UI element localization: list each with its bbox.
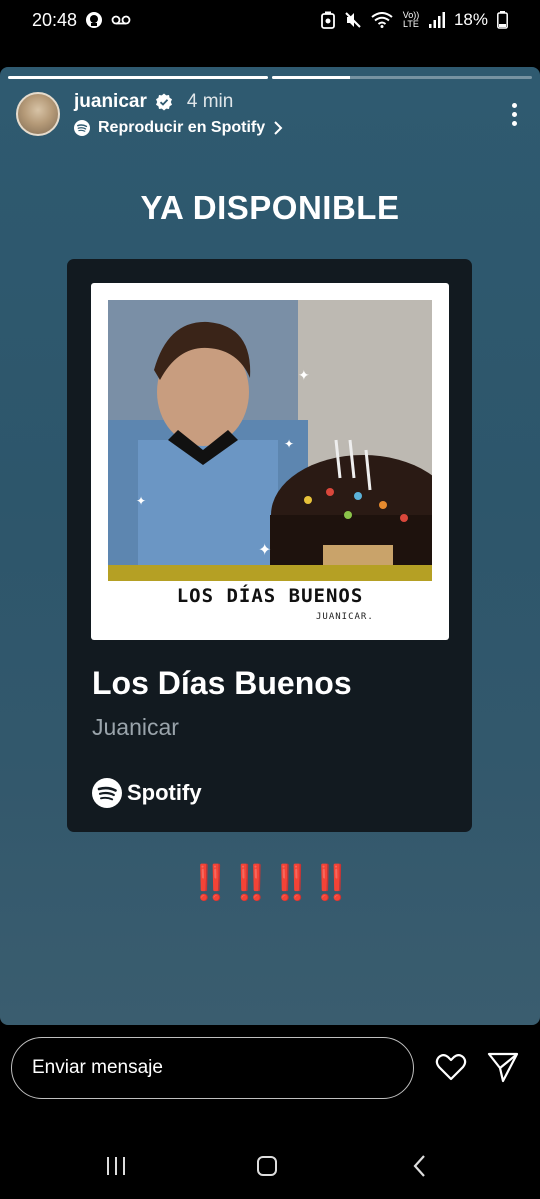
progress-fill [8,76,268,79]
progress-fill [272,76,350,79]
avatar[interactable] [16,92,60,136]
mute-icon [344,11,362,29]
status-time: 20:48 [32,9,78,30]
track-artist: Juanicar [92,714,179,740]
battery-icon [497,11,508,29]
album-cover: ✦ ✦ ✦ ✦ LOS DÍAS BUENOS JUANICAR. [91,283,449,640]
cover-photo: ✦ ✦ ✦ ✦ [108,300,432,581]
track-title: Los Días Buenos [92,665,352,701]
battery-percent: 18% [453,10,488,29]
spotify-link-label: Reproducir en Spotify [98,119,266,136]
wifi-icon [371,12,393,28]
home-icon[interactable] [247,1146,287,1186]
story-time: 4 min [186,91,234,112]
cover-caption: LOS DÍAS BUENOS [176,585,364,607]
spotify-link[interactable]: Reproducir en Spotify [74,119,283,137]
voicemail-icon [111,14,131,26]
more-vertical-icon[interactable] [504,102,524,126]
recents-icon[interactable] [96,1146,136,1186]
system-nav-bar [0,1146,540,1186]
emphasis-emoji: ‼️‼️‼️‼️ [189,864,352,902]
back-icon[interactable] [400,1146,440,1186]
message-input[interactable]: Enviar mensaje [11,1037,414,1099]
progress-segment [272,76,532,79]
progress-segment [8,76,268,79]
network-label: Vo)) LTE [402,10,420,29]
story-author: juanicar 4 min Reproducir en Spotify [74,91,283,137]
status-bar: 20:48 Vo)) LTE 18% [0,0,540,40]
spotify-icon [74,120,90,136]
username[interactable]: juanicar [74,91,147,113]
battery-saver-icon [321,11,335,29]
svg-text:✦: ✦ [258,542,271,559]
cover-artist: JUANICAR. [316,612,374,622]
heart-icon[interactable] [434,1050,468,1084]
message-placeholder: Enviar mensaje [32,1057,163,1078]
send-icon[interactable] [486,1050,520,1084]
verified-badge-icon [155,93,173,111]
spotify-track-card[interactable]: ✦ ✦ ✦ ✦ LOS DÍAS BUENOS JUANICAR. Los Dí… [67,259,472,832]
spotify-wordmark: Spotify [127,780,202,805]
svg-text:✦: ✦ [136,494,146,508]
svg-text:✦: ✦ [284,437,294,451]
story-header: juanicar 4 min Reproducir en Spotify [16,89,524,139]
spotify-logo-icon [92,778,122,808]
chevron-right-icon [273,120,283,136]
story-progress [8,76,532,79]
app-notification-icon [85,11,103,29]
headline: YA DISPONIBLE [140,189,400,226]
signal-icon [428,12,445,28]
story-card[interactable]: juanicar 4 min Reproducir en Spotify YA … [0,67,540,1025]
svg-text:✦: ✦ [298,367,310,383]
spotify-logo: Spotify [92,778,202,808]
